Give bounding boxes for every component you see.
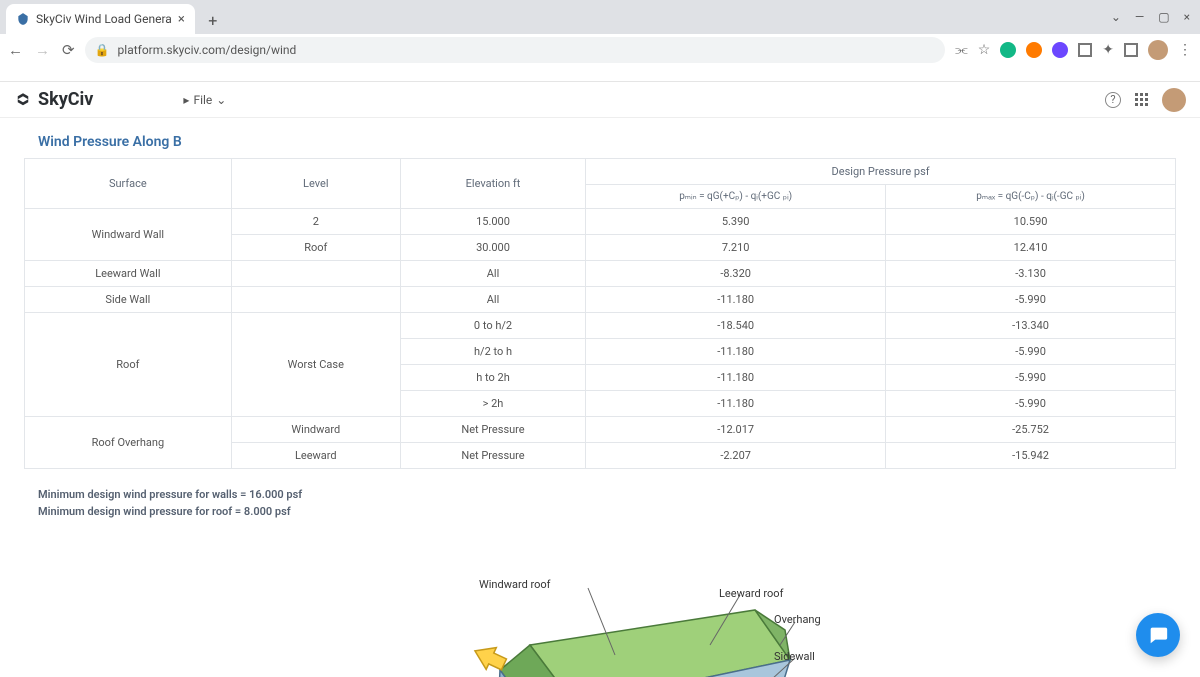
wind-pressure-table: Surface Level Elevation ft Design Pressu…: [24, 158, 1176, 469]
close-window-icon[interactable]: ×: [1184, 10, 1190, 24]
brand-text: SkyCiv: [38, 89, 93, 110]
file-icon: ▸: [183, 93, 189, 107]
chat-support-button[interactable]: [1136, 613, 1180, 657]
building-svg: [24, 550, 1176, 677]
label-overhang: Overhang: [774, 613, 821, 626]
skyciv-favicon-icon: [16, 12, 30, 26]
col-elevation: Elevation ft: [400, 159, 585, 209]
address-bar[interactable]: 🔒 platform.skyciv.com/design/wind: [85, 37, 946, 63]
reload-icon[interactable]: ⟳: [62, 41, 75, 59]
tab-title: SkyCiv Wind Load Genera: [36, 12, 172, 26]
browser-tab[interactable]: SkyCiv Wind Load Genera ×: [6, 4, 195, 34]
apps-grid-icon[interactable]: [1135, 93, 1148, 106]
table-row: Leeward Wall All -8.320 -3.130: [25, 261, 1176, 287]
col-pmax: pₘₐₓ = qG(-Cₚ) - qᵢ(-GC ₚᵢ): [886, 185, 1176, 209]
kebab-menu-icon[interactable]: ⋮: [1178, 42, 1192, 58]
col-surface: Surface: [25, 159, 232, 209]
sidepanel-icon[interactable]: [1124, 43, 1138, 57]
chevron-down-icon[interactable]: ⌄: [1111, 10, 1121, 24]
label-sidewall: Sidewall: [774, 650, 815, 663]
chat-icon: [1147, 624, 1169, 646]
label-leeward-roof: Leeward roof: [719, 587, 783, 600]
back-icon[interactable]: ←: [8, 41, 23, 59]
forward-icon[interactable]: →: [35, 41, 50, 59]
file-menu[interactable]: ▸ File ⌄: [183, 93, 226, 107]
minimize-icon[interactable]: —: [1135, 10, 1144, 24]
table-header-row: Surface Level Elevation ft Design Pressu…: [25, 159, 1176, 185]
col-pmin: pₘᵢₙ = qG(+Cₚ) - qᵢ(+GC ₚᵢ): [586, 185, 886, 209]
url-text: platform.skyciv.com/design/wind: [118, 43, 297, 57]
building-diagram: Windward roof Leeward roof Overhang Side…: [24, 550, 1176, 677]
extension-orange-icon[interactable]: [1026, 42, 1042, 58]
extensions-puzzle-icon[interactable]: ✦: [1102, 42, 1114, 58]
skyciv-logo[interactable]: SkyCiv: [14, 89, 93, 110]
file-menu-label: File: [193, 93, 212, 107]
share-icon[interactable]: ⫘: [955, 42, 968, 58]
label-windward-roof: Windward roof: [479, 578, 551, 591]
extension-green-icon[interactable]: [1000, 42, 1016, 58]
user-avatar[interactable]: [1162, 88, 1186, 112]
extension-purple-icon[interactable]: [1052, 42, 1068, 58]
lock-icon: 🔒: [95, 43, 110, 57]
maximize-icon[interactable]: ▢: [1158, 10, 1169, 24]
close-tab-icon[interactable]: ×: [178, 12, 185, 27]
col-level: Level: [231, 159, 400, 209]
note-roof: Minimum design wind pressure for roof = …: [38, 504, 1162, 521]
skyciv-logo-icon: [14, 91, 32, 109]
new-tab-button[interactable]: +: [201, 8, 225, 32]
col-design-pressure: Design Pressure psf: [586, 159, 1176, 185]
table-row: Side Wall All -11.180 -5.990: [25, 287, 1176, 313]
profile-avatar-icon[interactable]: [1148, 40, 1168, 60]
star-icon[interactable]: ☆: [978, 42, 991, 58]
table-row: Roof Overhang Windward Net Pressure -12.…: [25, 417, 1176, 443]
table-row: Roof Worst Case 0 to h/2 -18.540 -13.340: [25, 313, 1176, 339]
table-row: Windward Wall 2 15.000 5.390 10.590: [25, 209, 1176, 235]
extension-box-icon[interactable]: [1078, 43, 1092, 57]
chevron-down-icon: ⌄: [216, 93, 226, 107]
help-icon[interactable]: ?: [1105, 92, 1121, 108]
note-walls: Minimum design wind pressure for walls =…: [38, 487, 1162, 504]
section-title: Wind Pressure Along B: [24, 128, 1176, 158]
